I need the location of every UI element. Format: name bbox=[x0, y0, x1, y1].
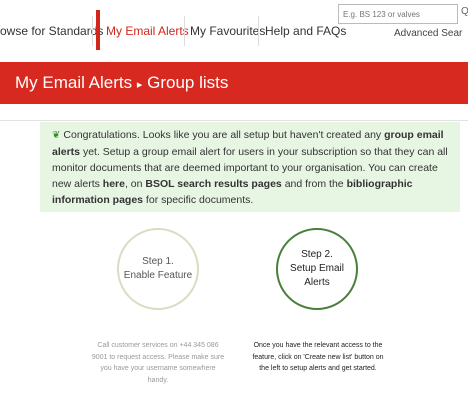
info-message: ❦ Congratulations. Looks like you are all… bbox=[40, 122, 460, 212]
nav-item-help-faqs[interactable]: Help and FAQs bbox=[265, 0, 346, 62]
info-icon: ❦ bbox=[52, 130, 61, 141]
nav-divider bbox=[92, 16, 93, 46]
nav-item-my-email-alerts[interactable]: My Email Alerts bbox=[106, 0, 189, 62]
step-2-number: Step 2. bbox=[301, 249, 333, 260]
nav-divider bbox=[184, 16, 185, 46]
step-1-number: Step 1. bbox=[142, 256, 174, 267]
info-text: Congratulations. Looks like you are all … bbox=[63, 129, 385, 141]
step-1-description: Call customer services on +44 345 086 90… bbox=[91, 342, 225, 384]
breadcrumb-my-email-alerts[interactable]: My Email Alerts bbox=[15, 73, 132, 92]
step-1-title: Enable Feature bbox=[123, 270, 193, 281]
here-link[interactable]: here bbox=[103, 178, 125, 190]
breadcrumb-separator-icon: ▸ bbox=[136, 79, 143, 91]
top-navigation: owse for Standards My Email Alerts My Fa… bbox=[0, 0, 468, 62]
info-text: for specific documents. bbox=[143, 194, 254, 206]
info-text: and from the bbox=[281, 178, 347, 190]
divider bbox=[0, 120, 468, 121]
search-results-link[interactable]: BSOL search results pages bbox=[145, 178, 281, 190]
search-icon[interactable]: Q bbox=[461, 6, 468, 17]
step-2-description: Once you have the relevant access to the… bbox=[252, 342, 384, 372]
nav-item-my-favourites[interactable]: My Favourites bbox=[190, 0, 265, 62]
step-2-circle: Step 2. Setup Email Alerts bbox=[276, 228, 358, 310]
step-2-title: Setup Email Alerts bbox=[290, 263, 344, 288]
advanced-search-link[interactable]: Advanced Sear bbox=[394, 28, 462, 39]
nav-divider bbox=[258, 16, 259, 46]
step-1-circle: Step 1. Enable Feature bbox=[117, 228, 199, 310]
nav-item-browse-standards[interactable]: owse for Standards bbox=[0, 0, 103, 62]
breadcrumb-group-lists: Group lists bbox=[147, 73, 229, 92]
nav-active-indicator bbox=[96, 10, 100, 50]
info-text: , on bbox=[124, 178, 146, 190]
page-title: My Email Alerts ▸ Group lists bbox=[15, 73, 228, 93]
search-input[interactable] bbox=[338, 4, 458, 24]
